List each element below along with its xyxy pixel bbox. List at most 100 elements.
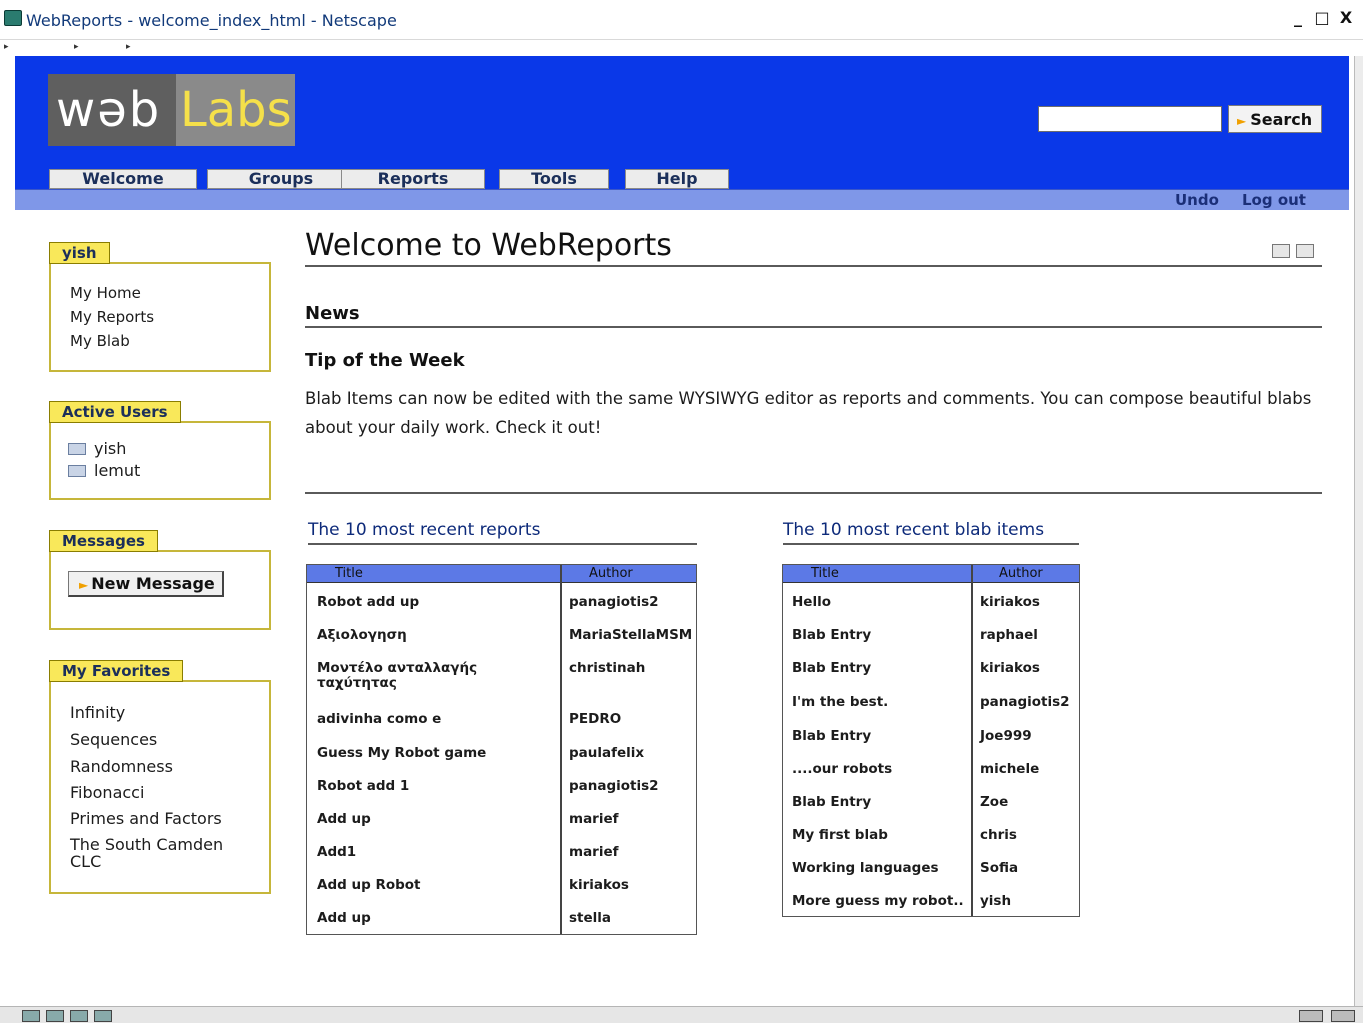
blab-author: panagiotis2 (980, 694, 1070, 710)
blab-author: Joe999 (980, 728, 1032, 744)
nav-arrow-icon[interactable]: ▸ (4, 42, 9, 52)
news-heading: News (305, 303, 360, 324)
blab-author: Sofia (980, 860, 1019, 876)
search-button-label: Search (1250, 109, 1313, 129)
report-title[interactable]: Add1 (317, 845, 356, 860)
blab-title[interactable]: I'm the best. (792, 695, 888, 710)
report-title[interactable]: Guess My Robot game (317, 746, 486, 761)
vertical-scrollbar[interactable] (1354, 56, 1363, 1006)
my-home-link[interactable]: My Home (70, 284, 141, 302)
blab-title[interactable]: Blab Entry (792, 795, 871, 810)
report-title[interactable]: Add up Robot (317, 878, 421, 893)
tip-body: Blab Items can now be edited with the sa… (305, 389, 1312, 437)
tab-help[interactable]: Help (625, 169, 729, 189)
report-author: panagiotis2 (569, 778, 659, 794)
blab-author: michele (980, 761, 1040, 777)
table-header: Title Author (783, 565, 1079, 583)
report-author: christinah (569, 660, 646, 676)
blab-author: raphael (980, 627, 1038, 643)
favorite-item[interactable]: Infinity (70, 703, 125, 722)
active-user-item[interactable]: yish (68, 439, 126, 458)
favorite-item[interactable]: Randomness (70, 757, 173, 776)
column-header-author: Author (589, 566, 633, 581)
tab-reports[interactable]: Reports (341, 169, 485, 189)
site-header: wəb Labs ► Search Welcome Groups Reports … (15, 56, 1349, 210)
window-title: WebReports - welcome_index_html - Netsca… (26, 11, 397, 30)
window-titlebar: WebReports - welcome_index_html - Netsca… (0, 0, 1363, 40)
blab-author: chris (980, 827, 1017, 843)
page-title: Welcome to WebReports (305, 228, 672, 263)
composer-icon[interactable] (70, 1010, 88, 1022)
blabs-heading-divider (783, 543, 1079, 545)
my-blab-link[interactable]: My Blab (70, 332, 130, 350)
new-message-button[interactable]: ► New Message (68, 571, 224, 597)
envelope-icon[interactable] (68, 442, 86, 455)
my-reports-link[interactable]: My Reports (70, 308, 154, 326)
news-divider (305, 326, 1322, 328)
nav-arrow-icon[interactable]: ▸ (74, 42, 79, 52)
report-author: marief (569, 844, 619, 860)
security-icon[interactable] (1331, 1010, 1355, 1022)
report-title[interactable]: Αξιολογηση (317, 628, 407, 643)
blab-title[interactable]: ....our robots (792, 762, 892, 777)
offline-icon[interactable] (1299, 1010, 1323, 1022)
envelope-icon[interactable] (68, 464, 86, 477)
window-controls: _ □ X (1287, 8, 1357, 30)
tab-groups[interactable]: Groups (207, 169, 355, 189)
favorite-item[interactable]: The South Camden CLC (70, 836, 250, 870)
report-title[interactable]: Add up (317, 911, 371, 926)
browser-status-bar (0, 1006, 1363, 1023)
navigator-icon[interactable] (22, 1010, 40, 1022)
blab-title[interactable]: Blab Entry (792, 729, 871, 744)
report-title[interactable]: Robot add up (317, 595, 419, 610)
messages-title: Messages (49, 530, 158, 552)
weblabs-logo[interactable]: wəb Labs (48, 74, 295, 146)
favorite-item[interactable]: Sequences (70, 730, 157, 749)
email-page-icon[interactable] (1272, 244, 1290, 258)
report-author: MariaStellaMSM (569, 627, 693, 643)
nav-arrow-icon[interactable]: ▸ (126, 42, 131, 52)
logo-labs-part: Labs (176, 74, 295, 146)
favorite-item[interactable]: Primes and Factors (70, 809, 222, 828)
report-title[interactable]: Robot add 1 (317, 779, 409, 794)
blab-title[interactable]: More guess my robot.. (792, 894, 964, 909)
report-author: paulafelix (569, 745, 645, 761)
favorite-item[interactable]: Fibonacci (70, 783, 144, 802)
active-user-name: yish (94, 439, 127, 458)
minimize-button[interactable]: _ (1287, 8, 1309, 30)
tab-tools[interactable]: Tools (499, 169, 609, 189)
address-book-icon[interactable] (94, 1010, 112, 1022)
recent-blabs-heading[interactable]: The 10 most recent blab items (783, 520, 1044, 540)
print-icon[interactable] (1296, 244, 1314, 258)
close-button[interactable]: X (1335, 8, 1357, 30)
report-title[interactable]: adivinha como e (317, 712, 441, 727)
report-author: kiriakos (569, 877, 629, 893)
search-input[interactable] (1038, 106, 1222, 132)
maximize-button[interactable]: □ (1311, 8, 1333, 30)
tab-welcome[interactable]: Welcome (49, 169, 197, 189)
mail-icon[interactable] (46, 1010, 64, 1022)
blab-title[interactable]: Working languages (792, 861, 939, 876)
logout-link[interactable]: Log out (1242, 191, 1306, 209)
report-title[interactable]: Μοντέλο ανταλλαγής ταχύτητας (317, 661, 547, 691)
search-button[interactable]: ► Search (1228, 105, 1322, 133)
column-header-author: Author (999, 566, 1043, 581)
report-author: marief (569, 811, 619, 827)
blab-author: kiriakos (980, 660, 1040, 676)
page-actions (1272, 244, 1314, 258)
arrow-icon: ► (79, 578, 89, 592)
blab-title[interactable]: Blab Entry (792, 628, 871, 643)
report-title[interactable]: Add up (317, 812, 371, 827)
table-header: Title Author (307, 565, 696, 583)
active-user-item[interactable]: lemut (68, 461, 140, 480)
blab-author: Zoe (980, 794, 1009, 810)
recent-reports-heading[interactable]: The 10 most recent reports (308, 520, 540, 540)
blab-title[interactable]: Blab Entry (792, 661, 871, 676)
undo-link[interactable]: Undo (1175, 191, 1219, 209)
column-header-title: Title (335, 566, 363, 581)
tip-heading: Tip of the Week (305, 350, 465, 371)
blab-title[interactable]: My first blab (792, 828, 888, 843)
column-header-title: Title (811, 566, 839, 581)
blab-title[interactable]: Hello (792, 595, 831, 610)
recent-blabs-table: Title Author Hello kiriakos Blab Entry r… (782, 564, 1080, 917)
